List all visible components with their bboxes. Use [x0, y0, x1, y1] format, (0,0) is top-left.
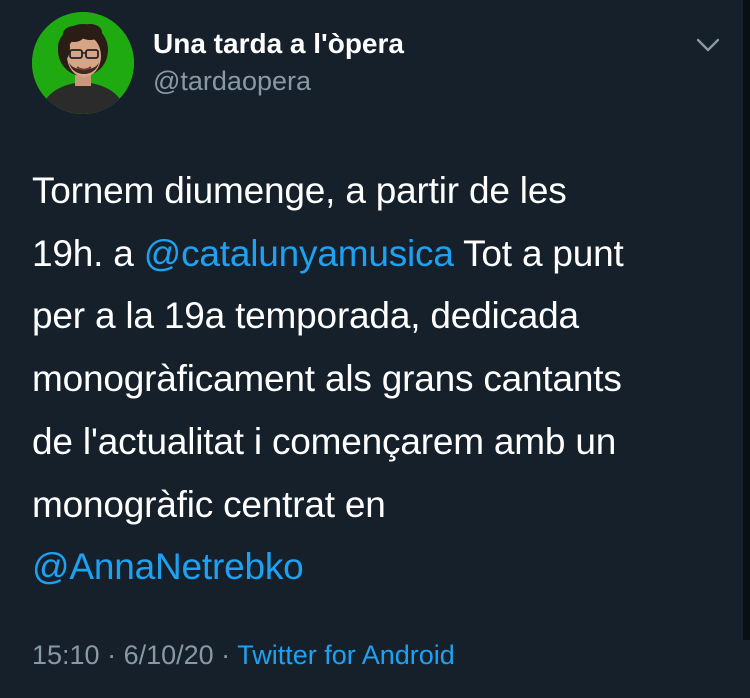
tweet-time: 15:10 — [32, 640, 100, 670]
meta-separator: · — [213, 640, 238, 670]
tweet-date[interactable]: 6/10/20 — [124, 640, 214, 670]
avatar-photo — [32, 12, 134, 114]
meta-separator: · — [99, 640, 124, 670]
tweet-text: Tornem diumenge, a partir de les 19h. a … — [32, 160, 732, 599]
more-options-button[interactable] — [690, 30, 726, 60]
scrollbar-track[interactable] — [743, 0, 750, 640]
tweet-meta: 15:10 · 6/10/20 · Twitter for Android — [32, 640, 455, 671]
mention-link[interactable]: @AnnaNetrebko — [32, 546, 304, 587]
tweet-source-link[interactable]: Twitter for Android — [237, 640, 455, 670]
display-name[interactable]: Una tarda a l'òpera — [153, 28, 404, 60]
tweet-text-line: monogràficament als grans cantants — [32, 358, 622, 400]
tweet-card[interactable]: Una tarda a l'òpera @tardaopera Tornem d… — [0, 0, 750, 698]
user-handle[interactable]: @tardaopera — [153, 66, 311, 97]
tweet-text-line: @AnnaNetrebko — [32, 536, 732, 599]
tweet-text-line: Tornem diumenge, a partir de les — [32, 170, 567, 211]
tweet-text-line: de l'actualitat i començarem amb un — [32, 420, 617, 462]
chevron-down-icon — [696, 38, 720, 52]
avatar[interactable] — [32, 12, 134, 114]
tweet-text-line: monogràfic centrat en — [32, 483, 386, 525]
tweet-text-line: 19h. a @catalunyamusica Tot a punt — [32, 232, 624, 274]
mention-link[interactable]: @catalunyamusica — [144, 233, 454, 274]
tweet-text-line: per a la 19a temporada, dedicada — [32, 295, 579, 337]
